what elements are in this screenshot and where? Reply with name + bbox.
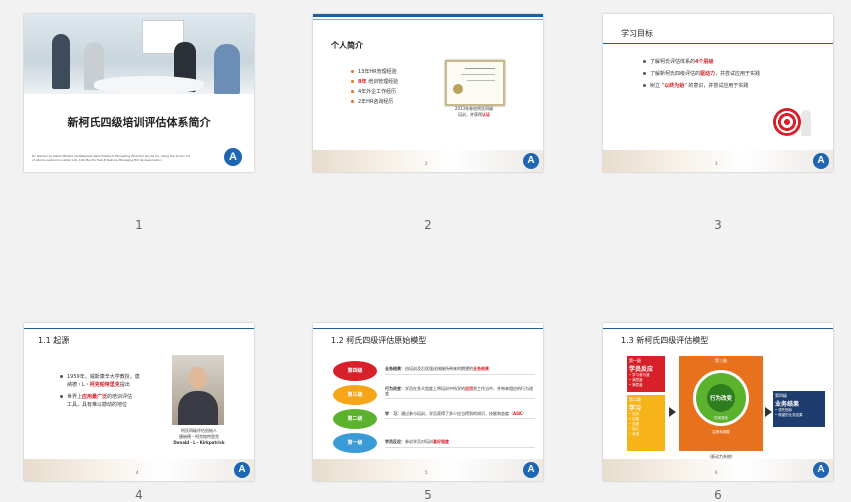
bullet-icon: [643, 84, 646, 87]
level-4-disc: 第四级: [333, 361, 377, 381]
certificate-image: [445, 60, 505, 106]
slide-4-bullet-1-cont: 纳德・L・柯克帕特里克提出: [67, 382, 130, 388]
slide-1-title: 新柯氏四级培训评估体系简介: [67, 116, 211, 129]
portrait-head-shape: [189, 367, 207, 389]
slide-4-title: 1.1 起源: [38, 336, 70, 345]
slide-thumbnail-1[interactable]: 新柯氏四级培训评估体系简介 Dr. Ranieri by Nakki Mirfe…: [24, 14, 254, 172]
slide-page-number: 6: [715, 470, 718, 475]
slide-2-bullet-2: 8年 培训管理经验: [351, 78, 398, 85]
slide-thumbnail-6[interactable]: 1.3 新柯氏四级评估模型 第一级 学员反应 • 学习参与度 • 满意度 • 满…: [603, 323, 833, 481]
slide-number-4: 4: [135, 488, 143, 502]
slide-5-title: 1.2 柯氏四级评估原始模型: [331, 336, 427, 345]
model-row-1: 业务结果：由培训及后续强化措施所带来的期望的业务结果: [385, 366, 535, 375]
slide-thumbnail-3[interactable]: 学习目标 了解柯氏评估体系的4个层级 了解新柯氏四级评估的驱动力，并尝试应用于实…: [603, 14, 833, 172]
slide-2-bullet-1: 13年HR管理经验: [351, 68, 397, 75]
bullet-icon: [643, 72, 646, 75]
person-shape: [52, 34, 70, 89]
slide-thumbnail-4[interactable]: 1.1 起源 1959年，威斯康辛大学教授，唐 纳德・L・柯克帕特里克提出 世界…: [24, 323, 254, 481]
bullet-icon: [351, 70, 354, 73]
slide-2-bullet-4: 2年HR咨询经历: [351, 98, 393, 105]
level-2-box: 第二级 学习 • 知识 • 技能 • 态度 • 信心 • 承诺: [627, 395, 665, 451]
slide-footer-banner: [603, 459, 833, 481]
slide-top-bar: [313, 14, 543, 17]
slide-2-caption-2: 培训，并获得认证: [458, 112, 490, 117]
slide-4-caption-3: Donald・L・Kirkpatrick: [173, 440, 225, 445]
model-row-4: 学员反应：参训学员对培训喜好程度: [385, 439, 535, 448]
slide-title-underline: [313, 328, 543, 329]
slide-thumbnail-5[interactable]: 1.2 柯氏四级评估原始模型 第四级 第三级 第二级 第一级 业务结果：由培训及…: [313, 323, 543, 481]
level-3-panel: 第三级 行为改变 在岗强化 监督和调整: [679, 356, 763, 451]
slide-4-bullet-2-cont: 工具，具有难以撼动的地位: [67, 402, 128, 408]
bullet-icon: [351, 90, 354, 93]
slide-title-underline: [313, 19, 543, 20]
target-icon: [773, 108, 801, 136]
level-1-disc: 第一级: [333, 433, 377, 453]
slide-thumbnail-2[interactable]: 个人简介 13年HR管理经验 8年 培训管理经验 4年外企工作经历 2年HR咨询…: [313, 14, 543, 172]
company-logo: A: [523, 462, 539, 478]
slide-footer-banner: [603, 150, 833, 172]
table-shape: [94, 76, 204, 94]
portrait-photo: [172, 355, 224, 425]
bullet-icon: [60, 375, 63, 378]
slide-3-bullet-1: 了解柯氏评估体系的4个层级: [643, 58, 714, 65]
company-logo: A: [234, 462, 250, 478]
level-3-disc: 第三级: [333, 385, 377, 405]
model-row-2: 行为改变：学员在多大程度上将培训中所学的应用到工作当中，并带来相应的行为改变: [385, 386, 535, 399]
company-logo: A: [813, 153, 829, 169]
slide-1-photo: [24, 14, 254, 94]
slide-4-bullet-2: 世界上应用最广泛的培训评估: [60, 393, 132, 400]
company-logo: A: [523, 153, 539, 169]
slide-footer-banner: [24, 459, 254, 481]
slide-page-number: 2: [425, 161, 428, 166]
slide-3-bullet-3: 树立 “以终为始” 的意识，并尝试应用于实践: [643, 82, 748, 89]
slide-1-footnote: Dr. Ranieri by Nakki Mirfeld conNeiphalo…: [32, 154, 190, 162]
arrow-right-icon: [765, 407, 772, 417]
person-figure-icon: [801, 110, 811, 136]
person-shape: [214, 44, 240, 94]
slide-3-title: 学习目标: [621, 29, 653, 38]
slide-3-bullet-2: 了解新柯氏四级评估的驱动力，并尝试应用于实践: [643, 70, 760, 77]
slide-2-title: 个人简介: [331, 41, 363, 50]
slide-footer-banner: [313, 150, 543, 172]
slide-6-title: 1.3 新柯氏四级评估模型: [621, 336, 709, 345]
slide-number-6: 6: [714, 488, 722, 502]
certificate-text-line: [465, 68, 495, 69]
slide-title-underline: [24, 328, 254, 329]
bullet-icon: [351, 100, 354, 103]
slide-2-bullet-3: 4年外企工作经历: [351, 88, 396, 95]
level-2-disc: 第二级: [333, 409, 377, 429]
slide-title-underline: [603, 328, 833, 329]
level-1-box: 第一级 学员反应 • 学习参与度 • 满意度 • 满意度: [627, 356, 665, 392]
slide-page-number: 5: [425, 470, 428, 475]
bullet-icon: [60, 395, 63, 398]
arrow-right-icon: [669, 407, 676, 417]
certificate-text-line: [467, 80, 495, 81]
slide-footer-banner: [313, 459, 543, 481]
slide-4-bullet-1: 1959年，威斯康辛大学教授，唐: [60, 373, 140, 380]
level-4-box: 第四级 业务结果 • 领先指标 • 期望的业务结果: [773, 391, 825, 427]
bullet-icon: [643, 60, 646, 63]
slide-number-2: 2: [424, 218, 432, 232]
slide-page-number: 3: [715, 161, 718, 166]
model-row-3: 学 习：通过参与培训，学员获得了多少应当得到的知识、技能和态度（ASK）: [385, 411, 535, 419]
bullet-icon: [351, 80, 354, 83]
portrait-body-shape: [178, 391, 218, 425]
certificate-seal-icon: [453, 84, 463, 94]
slide-title-underline: [603, 43, 833, 44]
company-logo: A: [224, 148, 242, 166]
slide-number-1: 1: [135, 218, 143, 232]
company-logo: A: [813, 462, 829, 478]
slide-page-number: 4: [136, 470, 139, 475]
slide-number-5: 5: [424, 488, 432, 502]
slide-number-3: 3: [714, 218, 722, 232]
certificate-text-line: [461, 74, 495, 75]
